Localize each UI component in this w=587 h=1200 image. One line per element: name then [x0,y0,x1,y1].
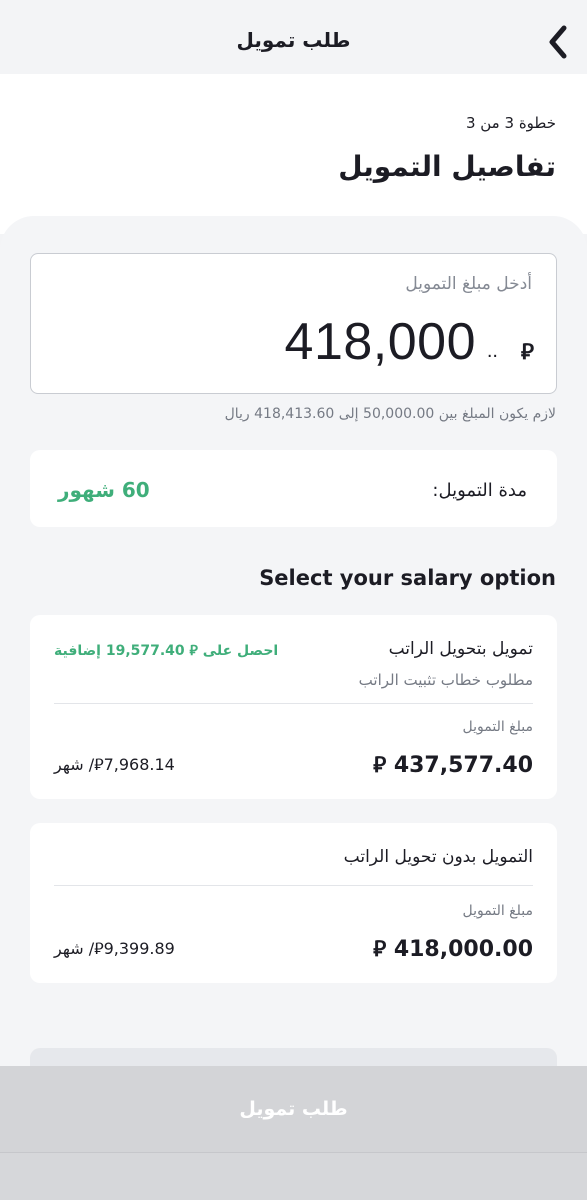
salary-option-transfer[interactable]: تمويل بتحويل الراتب احصل على ⃁ 19,577.40… [30,615,557,799]
footer-bar: طلب تمويل [0,1066,587,1200]
submit-button-label: طلب تمويل [239,1098,348,1120]
amount-helper-text: لازم يكون المبلغ بين 50,000.00 إلى 418,4… [224,406,556,422]
riyal-currency-icon: ⃁ [520,340,534,365]
option-promo-badge: احصل على ⃁ 19,577.40 إضافية [54,643,279,659]
option-amount-label: مبلغ التمويل [462,903,533,919]
option-title: التمويل بدون تحويل الراتب [343,847,533,867]
page-title: تفاصيل التمويل [338,150,556,183]
step-indicator: خطوة 3 من 3 [465,114,556,132]
amount-input-value[interactable]: 418,000 [285,312,476,372]
option-amount-value: ⃁ 437,577.40 [373,753,533,778]
option-title: تمويل بتحويل الراتب [388,639,533,659]
footer-divider [0,1152,587,1153]
submit-financing-button[interactable]: طلب تمويل [0,1066,587,1152]
option-divider [54,703,533,704]
intro-section: خطوة 3 من 3 تفاصيل التمويل [0,74,587,234]
header-title: طلب تمويل [236,28,351,52]
duration-label: مدة التمويل: [432,480,527,501]
salary-option-heading: Select your salary option [259,566,556,590]
back-button[interactable] [538,22,578,62]
amount-input-ellipsis: .. [486,340,498,362]
duration-value[interactable]: 60 شهور [58,478,150,502]
option-amount-label: مبلغ التمويل [462,719,533,735]
option-subtitle: مطلوب خطاب تثبيت الراتب [358,671,533,689]
duration-card[interactable]: مدة التمويل: 60 شهور [30,450,557,527]
option-divider [54,885,533,886]
app-header: طلب تمويل [0,0,587,74]
amount-input-label: أدخل مبلغ التمويل [405,274,532,294]
chevron-left-icon [549,25,567,59]
option-amount-value: ⃁ 418,000.00 [373,937,533,962]
salary-option-no-transfer[interactable]: التمويل بدون تحويل الراتب مبلغ التمويل ⃁… [30,823,557,983]
amount-input[interactable]: أدخل مبلغ التمويل 418,000 .. ⃁ [30,253,557,394]
option-monthly-payment: ⃁9,399.89/ شهر [54,939,175,958]
option-monthly-payment: ⃁7,968.14/ شهر [54,755,175,774]
